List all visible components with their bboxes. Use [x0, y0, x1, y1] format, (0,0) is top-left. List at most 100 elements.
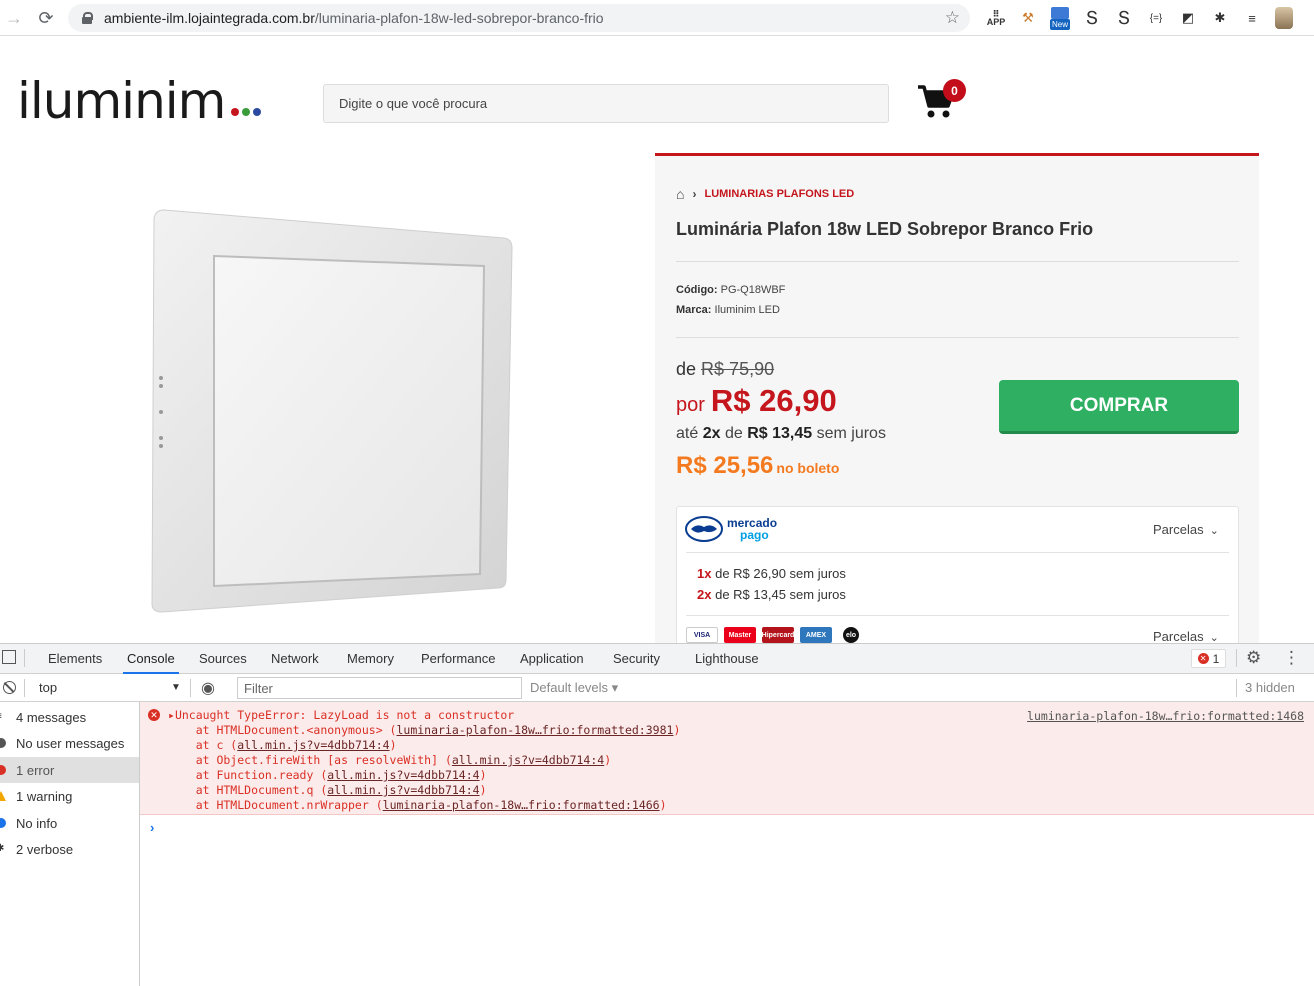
product-image[interactable]	[148, 208, 514, 616]
sidebar-item-user-messages[interactable]: No user messages	[0, 730, 139, 756]
console-sidebar: ≡4 messages No user messages 1 error 1 w…	[0, 702, 140, 986]
tab-elements[interactable]: Elements	[48, 651, 102, 666]
stack-frame: at HTMLDocument.nrWrapper (luminaria-pla…	[168, 798, 667, 812]
installment-info: até 2x de R$ 13,45 sem juros	[676, 425, 886, 442]
bug-icon: ✱	[0, 843, 5, 854]
puzzle-extension-icon[interactable]: ✱	[1204, 4, 1236, 32]
stack-frame: at c (all.min.js?v=4dbb714:4)	[168, 738, 397, 752]
forward-icon[interactable]: →	[0, 4, 28, 32]
stack-frame: at HTMLDocument.q (all.min.js?v=4dbb714:…	[168, 783, 487, 797]
divider	[686, 615, 1229, 616]
current-price: por R$ 26,90	[676, 383, 837, 418]
tab-memory[interactable]: Memory	[347, 651, 394, 666]
chevron-right-icon: ›	[692, 187, 697, 201]
profile-avatar[interactable]	[1268, 4, 1300, 32]
error-source-link[interactable]: luminaria-plafon-18w…frio:formatted:1468	[1027, 709, 1304, 723]
hipercard-icon: Hipercard	[762, 627, 794, 643]
mastercard-icon: Master	[724, 627, 756, 643]
amex-icon: AMEX	[800, 627, 832, 643]
info-icon	[0, 818, 6, 828]
console-prompt[interactable]: ›	[150, 820, 154, 835]
tab-network[interactable]: Network	[271, 651, 319, 666]
stack-frame-link[interactable]: all.min.js?v=4dbb714:4	[452, 753, 604, 767]
log-levels-dropdown[interactable]: Default levels ▾	[530, 680, 618, 696]
sidebar-item-warnings[interactable]: 1 warning	[0, 783, 139, 809]
breadcrumb: ⌂ › LUMINARIAS PLAFONS LED	[676, 186, 854, 202]
devtools-panel: Elements Console Sources Network Memory …	[0, 643, 1314, 986]
stack-frame: at Object.fireWith [as resolveWith] (all…	[168, 753, 612, 767]
error-message[interactable]: ✕ ▸Uncaught TypeError: LazyLoad is not a…	[140, 702, 1314, 815]
bookmark-star-icon[interactable]: ☆	[945, 8, 960, 28]
chevron-down-icon: ⌄	[1209, 525, 1219, 537]
console-output: ✕ ▸Uncaught TypeError: LazyLoad is not a…	[140, 702, 1314, 986]
card-brands: VISA Master Hipercard AMEX elo	[686, 627, 864, 643]
s-extension-icon[interactable]: Տ	[1076, 4, 1108, 32]
address-bar[interactable]: ambiente-ilm.lojaintegrada.com.br/lumina…	[68, 4, 970, 32]
url-host: ambiente-ilm.lojaintegrada.com.br	[104, 10, 315, 26]
dock-icon[interactable]	[2, 650, 16, 664]
warning-icon	[0, 791, 6, 801]
tab-console[interactable]: Console	[123, 651, 179, 674]
context-selector[interactable]: top	[39, 680, 57, 695]
dropdown-arrow-icon[interactable]: ▼	[171, 682, 181, 693]
cart-count-badge: 0	[943, 79, 966, 102]
playlist-icon[interactable]: ≡	[1236, 4, 1268, 32]
eye-icon[interactable]: ◉	[201, 678, 215, 698]
clear-console-icon[interactable]	[3, 681, 16, 694]
divider	[676, 261, 1239, 262]
reload-icon[interactable]: ⟳	[32, 4, 60, 32]
tab-application[interactable]: Application	[520, 651, 584, 666]
error-counter[interactable]: ✕ 1	[1191, 649, 1226, 668]
boleto-price: R$ 25,56 no boleto	[676, 452, 840, 479]
url-path: /luminaria-plafon-18w-led-sobrepor-branc…	[314, 10, 604, 26]
divider	[686, 552, 1229, 553]
stack-frame: at Function.ready (all.min.js?v=4dbb714:…	[168, 768, 487, 782]
sidebar-item-verbose[interactable]: ✱ 2 verbose	[0, 836, 139, 862]
apps-extension-icon[interactable]: ⠿ APP	[980, 4, 1012, 32]
svg-text:pago: pago	[740, 528, 769, 542]
stack-frame-link[interactable]: all.min.js?v=4dbb714:4	[327, 783, 479, 797]
s-extension-icon-2[interactable]: Տ	[1108, 4, 1140, 32]
stack-frame-link[interactable]: luminaria-plafon-18w…frio:formatted:1466	[383, 798, 660, 812]
more-options-icon[interactable]: ⋮	[1283, 648, 1300, 668]
parcelas-dropdown-2[interactable]: Parcelas ⌄	[1153, 629, 1219, 644]
hammer-extension-icon[interactable]: ⚒	[1012, 4, 1044, 32]
logo-dot	[231, 108, 239, 116]
tab-security[interactable]: Security	[613, 651, 660, 666]
screenshot-extension-icon[interactable]: ◩	[1172, 4, 1204, 32]
stack-frame-link[interactable]: all.min.js?v=4dbb714:4	[237, 738, 389, 752]
buy-button[interactable]: COMPRAR	[999, 380, 1239, 434]
hidden-count: 3 hidden	[1245, 680, 1295, 695]
search-input[interactable]: Digite o que você procura	[323, 84, 889, 123]
sidebar-item-info[interactable]: No info	[0, 810, 139, 836]
list-icon: ≡	[0, 712, 6, 722]
installment-line: 1x de R$ 26,90 sem juros	[697, 566, 846, 581]
console-toolbar: top ▼ ◉ Filter Default levels ▾ 3 hidden	[0, 674, 1314, 702]
error-icon: ✕	[1197, 653, 1209, 664]
stack-frame-link[interactable]: all.min.js?v=4dbb714:4	[327, 768, 479, 782]
new-extension-icon[interactable]: New	[1044, 4, 1076, 32]
sidebar-item-messages[interactable]: ≡4 messages	[0, 704, 139, 730]
site-logo[interactable]: iluminim	[17, 72, 226, 130]
tab-performance[interactable]: Performance	[421, 651, 495, 666]
installment-line: 2x de R$ 13,45 sem juros	[697, 587, 846, 602]
user-icon	[0, 738, 6, 748]
mercado-pago-logo: mercado pago	[685, 516, 777, 542]
stack-frame-link[interactable]: luminaria-plafon-18w…frio:formatted:3981	[396, 723, 673, 737]
error-text[interactable]: ▸Uncaught TypeError: LazyLoad is not a c…	[168, 708, 514, 722]
visa-card-icon: VISA	[686, 627, 718, 643]
parcelas-dropdown[interactable]: Parcelas ⌄	[1153, 522, 1219, 537]
filter-input[interactable]: Filter	[237, 677, 522, 699]
product-brand: Marca: Iluminim LED	[676, 304, 780, 316]
lock-icon	[82, 12, 93, 24]
old-price: de R$ 75,90	[676, 359, 775, 379]
breadcrumb-category[interactable]: LUMINARIAS PLAFONS LED	[704, 188, 854, 200]
tab-lighthouse[interactable]: Lighthouse	[695, 651, 759, 666]
tab-sources[interactable]: Sources	[199, 651, 247, 666]
json-extension-icon[interactable]: {=}	[1140, 4, 1172, 32]
error-icon: ✕	[148, 709, 160, 721]
extensions-bar: ⠿ APP ⚒ New Տ Տ {=} ◩ ✱ ≡	[980, 4, 1300, 32]
sidebar-item-errors[interactable]: 1 error	[0, 757, 139, 783]
home-icon[interactable]: ⌂	[676, 186, 684, 202]
gear-icon[interactable]: ⚙	[1246, 648, 1261, 668]
